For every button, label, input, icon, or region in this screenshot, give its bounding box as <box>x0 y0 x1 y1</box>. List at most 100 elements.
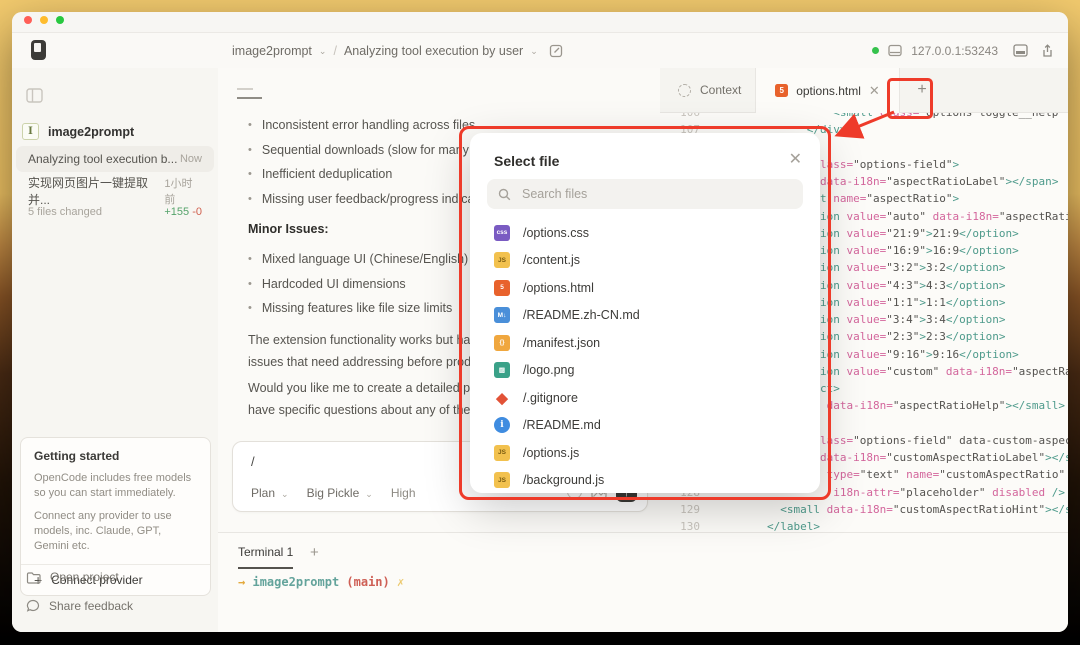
editor-tabbar: Context 5 options.html ✕ + <box>660 68 1068 113</box>
composer-input[interactable]: / <box>251 454 255 469</box>
collapse-indicator-icon[interactable] <box>237 88 253 90</box>
file-list-item[interactable]: i/README.md <box>494 412 794 440</box>
chevron-down-icon: ⌄ <box>530 46 538 56</box>
session-item[interactable]: Analyzing tool execution b... Now <box>16 146 214 172</box>
collapse-indicator-icon[interactable] <box>237 97 262 99</box>
file-name: /manifest.json <box>523 335 601 350</box>
tab-file-label: options.html <box>796 83 861 98</box>
breadcrumb: image2prompt ⌄ / Analyzing tool executio… <box>232 33 563 68</box>
prompt-directory: image2prompt <box>252 575 340 589</box>
file-name: /.gitignore <box>523 390 578 405</box>
breadcrumb-session[interactable]: Analyzing tool execution by user <box>344 44 523 58</box>
file-search-input[interactable] <box>520 186 774 202</box>
header-row: image2prompt ⌄ / Analyzing tool executio… <box>12 33 1068 69</box>
terminal-panel: Terminal 1 + → image2prompt (main) ✗ <box>218 532 1068 632</box>
file-list-item[interactable]: JS/options.js <box>494 439 794 467</box>
file-list: css/options.css JS/content.js 5/options.ht… <box>494 219 794 494</box>
code-line: 129 <small data-i18n="customAspectRatioH… <box>680 502 1068 516</box>
project-name: image2prompt <box>48 124 135 139</box>
zoom-window-button[interactable] <box>56 16 64 24</box>
css-file-icon: css <box>494 224 510 241</box>
sidebar-toggle-icon[interactable] <box>26 88 43 103</box>
file-name: /README.md <box>523 418 601 433</box>
file-list-item[interactable]: ▨ /logo.png <box>494 357 794 385</box>
open-project-button[interactable]: Open project <box>26 570 119 584</box>
file-name: /content.js <box>523 253 580 268</box>
js-file-icon: JS <box>494 472 510 489</box>
mode-selector[interactable]: Plan <box>251 486 275 500</box>
json-file-icon: {} <box>494 334 510 351</box>
file-list-item[interactable]: JS/content.js <box>494 247 794 275</box>
open-project-label: Open project <box>50 570 119 584</box>
getting-started-title: Getting started <box>34 449 120 463</box>
modal-title: Select file <box>494 153 560 169</box>
new-tab-button[interactable]: + <box>900 68 944 112</box>
prompt-tail: ✗ <box>397 575 405 589</box>
chevron-down-icon: ⌄ <box>281 488 289 499</box>
file-list-item[interactable]: ◆ /.gitignore <box>494 384 794 412</box>
git-file-icon: ◆ <box>496 389 508 407</box>
file-search-box[interactable] <box>487 179 803 209</box>
close-window-button[interactable] <box>24 16 32 24</box>
share-feedback-button[interactable]: Share feedback <box>26 599 133 613</box>
file-list-item[interactable]: css/options.css <box>494 219 794 247</box>
app-window: image2prompt ⌄ / Analyzing tool executio… <box>12 12 1068 632</box>
file-name: /background.js <box>523 473 605 488</box>
breadcrumb-separator: / <box>333 43 337 58</box>
prompt-branch: (main) <box>346 575 390 589</box>
sidebar: I image2prompt Analyzing tool execution … <box>12 68 219 632</box>
chevron-down-icon: ⌄ <box>318 46 327 56</box>
share-export-icon[interactable] <box>1041 43 1054 58</box>
file-name: /logo.png <box>523 363 575 378</box>
tab-context[interactable]: Context <box>678 68 741 112</box>
server-online-dot <box>872 47 880 54</box>
code-line: 130 </label> <box>680 520 820 532</box>
prompt-arrow: → <box>238 575 246 589</box>
assistant-paragraph: The extension functionality works but ha… <box>248 333 500 369</box>
terminal-tab[interactable]: Terminal 1 <box>238 545 294 569</box>
breadcrumb-project[interactable]: image2prompt <box>232 44 312 58</box>
file-name: /options.js <box>523 445 580 460</box>
getting-started-text-1: OpenCode includes free models so you can… <box>34 472 192 499</box>
js-file-icon: JS <box>494 444 510 461</box>
minimize-window-button[interactable] <box>40 16 48 24</box>
browser-window-icon <box>888 44 902 57</box>
assistant-paragraph: Would you like me to create a detailed p… <box>248 381 501 417</box>
server-status: 127.0.0.1:53243 <box>872 33 1054 68</box>
file-name: /options.css <box>523 225 590 240</box>
html-file-icon: 5 <box>494 279 510 296</box>
minor-issues-heading: Minor Issues: <box>248 222 329 236</box>
share-feedback-label: Share feedback <box>49 599 134 613</box>
file-list-item[interactable]: JS/background.js <box>494 467 794 495</box>
speech-bubble-icon <box>26 599 40 612</box>
file-list-item[interactable]: {} /manifest.json <box>494 329 794 357</box>
folder-icon <box>26 571 41 584</box>
html-file-icon: 5 <box>775 84 789 97</box>
chevron-down-icon: ⌄ <box>365 488 373 499</box>
markdown-file-icon: M↓ <box>494 307 510 324</box>
image-file-icon: ▨ <box>494 362 510 379</box>
titlebar <box>12 12 1068 33</box>
tab-context-label: Context <box>700 83 742 97</box>
info-file-icon: i <box>494 417 510 434</box>
session-item[interactable]: 实现网页图片一键提取并... 1小时前 5 files changed +155 -0 <box>16 176 214 220</box>
model-selector[interactable]: Big Pickle <box>307 486 360 500</box>
file-list-item[interactable]: M↓ /README.zh-CN.md <box>494 302 794 330</box>
context-circle-icon <box>678 83 691 97</box>
close-modal-icon[interactable]: ✕ <box>789 149 802 169</box>
effort-selector[interactable]: High <box>391 486 416 500</box>
new-session-icon[interactable] <box>549 44 563 58</box>
new-terminal-button[interactable]: + <box>310 544 319 561</box>
search-icon <box>498 188 511 200</box>
terminal-prompt: → image2prompt (main) ✗ <box>238 575 404 589</box>
file-list-item[interactable]: 5/options.html <box>494 274 794 302</box>
file-name: /options.html <box>523 280 594 295</box>
panel-layout-icon[interactable] <box>1013 44 1028 57</box>
project-header[interactable]: I image2prompt <box>22 123 134 140</box>
close-tab-icon[interactable]: ✕ <box>869 83 880 99</box>
file-name: /README.zh-CN.md <box>523 308 640 323</box>
js-file-icon: JS <box>494 252 510 269</box>
getting-started-text-2: Connect any provider to use models, inc.… <box>34 510 172 552</box>
tab-options-html[interactable]: 5 options.html ✕ <box>755 68 900 113</box>
server-address[interactable]: 127.0.0.1:53243 <box>911 44 998 58</box>
